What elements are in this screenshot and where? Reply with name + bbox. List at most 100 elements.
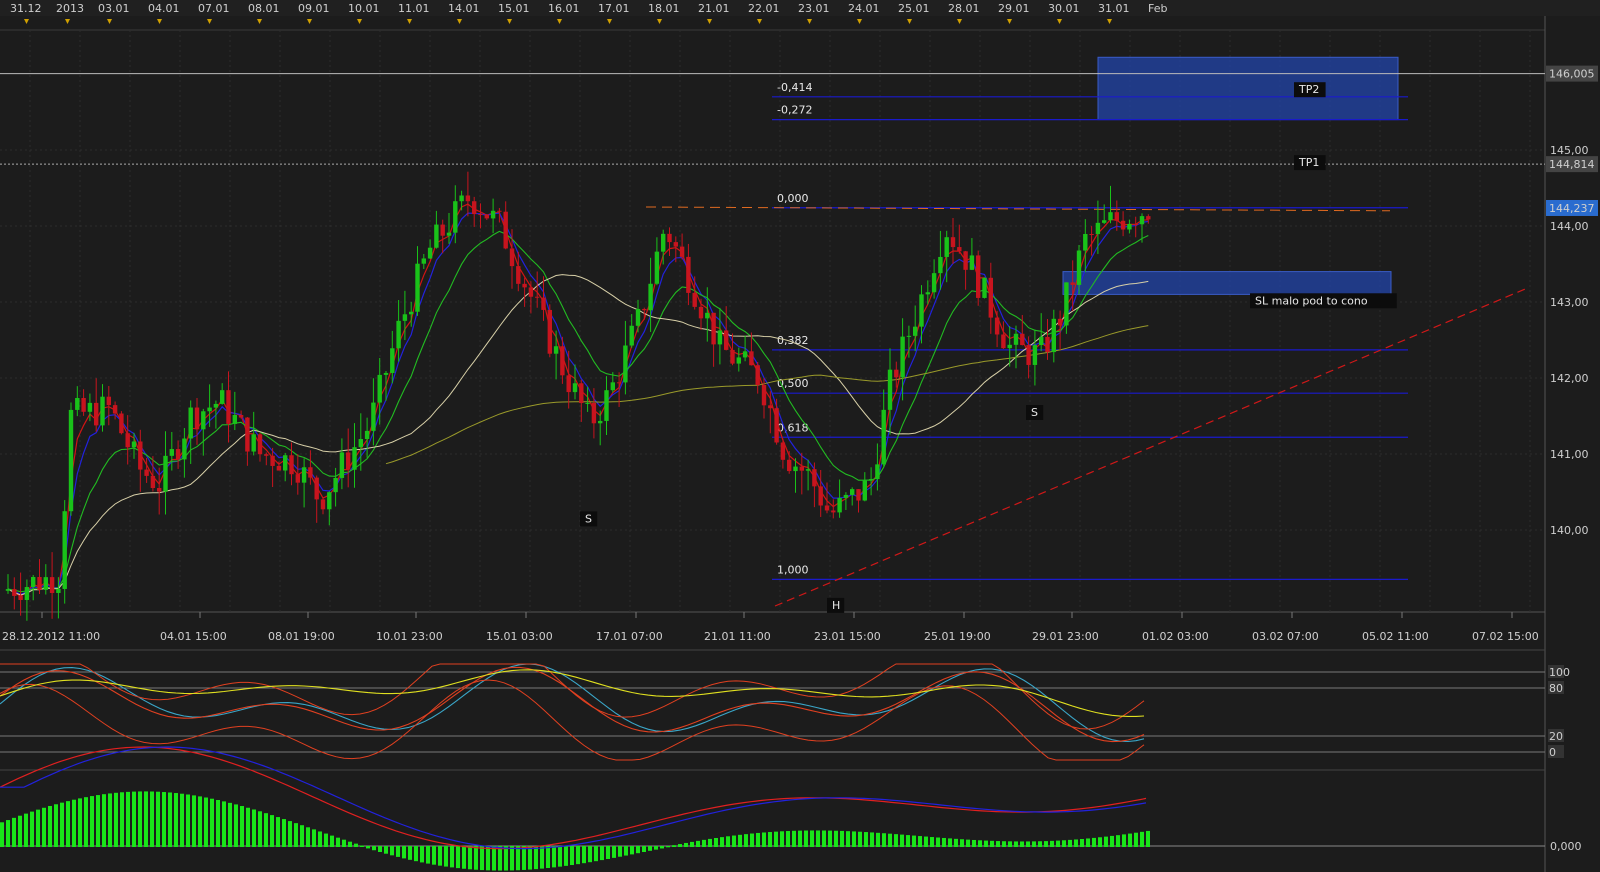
macd-histogram-bar: [78, 798, 82, 847]
macd-histogram-bar: [600, 846, 604, 861]
top-date-label: 15.01: [498, 2, 530, 15]
candle-body: [301, 467, 307, 483]
macd-histogram-bar: [624, 846, 628, 856]
candle-body: [415, 263, 420, 312]
candle-body: [730, 349, 735, 364]
fib-level-label: 1,000: [777, 563, 809, 576]
candle-body: [207, 407, 212, 412]
candle-body: [969, 255, 975, 270]
macd-histogram-bar: [276, 817, 280, 847]
macd-histogram-bar: [456, 846, 460, 869]
candle-body: [642, 308, 647, 311]
macd-histogram-bar: [630, 846, 634, 855]
macd-histogram-bar: [270, 815, 274, 847]
price-tick-label: 142,00: [1550, 372, 1589, 385]
candle-body: [768, 405, 773, 409]
candle-body: [446, 232, 452, 236]
macd-histogram-bar: [1038, 841, 1042, 847]
macd-histogram-bar: [1128, 833, 1132, 847]
macd-histogram-bar: [228, 802, 232, 847]
candle-body: [566, 375, 571, 393]
macd-histogram-bar: [1140, 831, 1144, 847]
stoch-level-label: 100: [1549, 666, 1570, 679]
candle-body: [1089, 234, 1094, 236]
candle-body: [572, 383, 578, 393]
stoch-level-label: 80: [1549, 682, 1563, 695]
candle-body: [138, 441, 143, 470]
candle-body: [251, 434, 256, 452]
candle-body: [1133, 224, 1138, 226]
macd-histogram-bar: [882, 833, 886, 847]
head-label: H: [832, 599, 840, 612]
candle-body: [472, 201, 477, 215]
macd-histogram-bar: [1122, 834, 1126, 847]
macd-histogram-bar: [234, 804, 238, 847]
candle-body: [579, 383, 584, 404]
macd-histogram-bar: [1014, 841, 1018, 847]
macd-histogram-bar: [738, 834, 742, 847]
macd-histogram-bar: [888, 833, 892, 847]
candle-body: [270, 455, 275, 466]
candle-body: [925, 292, 930, 295]
candle-body: [409, 311, 414, 315]
macd-histogram-bar: [858, 831, 862, 847]
macd-histogram-bar: [528, 846, 532, 870]
candle-body: [516, 266, 521, 284]
macd-histogram-bar: [300, 825, 304, 847]
top-date-label: 14.01: [448, 2, 480, 15]
candle-body: [598, 420, 603, 424]
candle-body: [1045, 336, 1050, 353]
macd-histogram-bar: [552, 846, 556, 868]
macd-zero-label: 0,000: [1550, 840, 1582, 853]
candle-body: [131, 441, 137, 448]
macd-histogram-bar: [678, 844, 682, 847]
candle-body: [906, 335, 912, 337]
candle-body: [843, 494, 849, 498]
macd-histogram-bar: [756, 832, 760, 847]
candle-body: [1064, 282, 1069, 326]
macd-histogram-bar: [696, 840, 700, 847]
candle-body: [220, 390, 225, 404]
macd-histogram-bar: [498, 846, 502, 871]
candle-body: [257, 434, 263, 455]
macd-histogram-bar: [1110, 835, 1114, 847]
candle-body: [837, 497, 842, 513]
sl-label: SL malo pod to cono: [1255, 294, 1368, 307]
chart-canvas: -0,414 -0,272 0,000 0,382 0,500 0,618 1,000 31…: [0, 0, 1600, 872]
macd-histogram-bar: [912, 835, 916, 847]
macd-histogram-bar: [72, 799, 76, 847]
bottom-date-label: 15.01 03:00: [486, 630, 553, 643]
macd-histogram-bar: [468, 846, 472, 870]
macd-histogram-bar: [258, 811, 262, 847]
macd-histogram-bar: [894, 834, 898, 847]
candle-body: [1114, 212, 1119, 221]
candle-body: [509, 248, 515, 267]
macd-histogram-bar: [474, 846, 478, 870]
macd-histogram-bar: [852, 831, 856, 847]
macd-histogram-bar: [126, 791, 130, 847]
candle-body: [1095, 222, 1101, 235]
macd-histogram-bar: [60, 802, 64, 847]
macd-histogram-bar: [444, 846, 448, 867]
candle-body: [43, 577, 48, 590]
candle-body: [377, 374, 382, 403]
macd-histogram-bar: [378, 846, 382, 852]
bottom-date-label: 23.01 15:00: [814, 630, 881, 643]
macd-histogram-bar: [0, 822, 4, 847]
top-date-label: 22.01: [748, 2, 780, 15]
bottom-date-label: 08.01 19:00: [268, 630, 335, 643]
candle-body: [314, 477, 319, 500]
candle-body: [705, 312, 710, 319]
macd-histogram-bar: [420, 846, 424, 863]
candle-body: [49, 577, 55, 593]
macd-histogram-bar: [810, 830, 814, 847]
macd-histogram-bar: [606, 846, 610, 859]
candle-body: [667, 233, 672, 243]
top-date-label: 25.01: [898, 2, 930, 15]
candle-body: [824, 505, 830, 511]
macd-histogram-bar: [768, 832, 772, 847]
candle-body: [755, 365, 760, 385]
macd-histogram-bar: [348, 841, 352, 847]
macd-histogram-bar: [660, 846, 664, 849]
macd-histogram-bar: [642, 846, 646, 853]
